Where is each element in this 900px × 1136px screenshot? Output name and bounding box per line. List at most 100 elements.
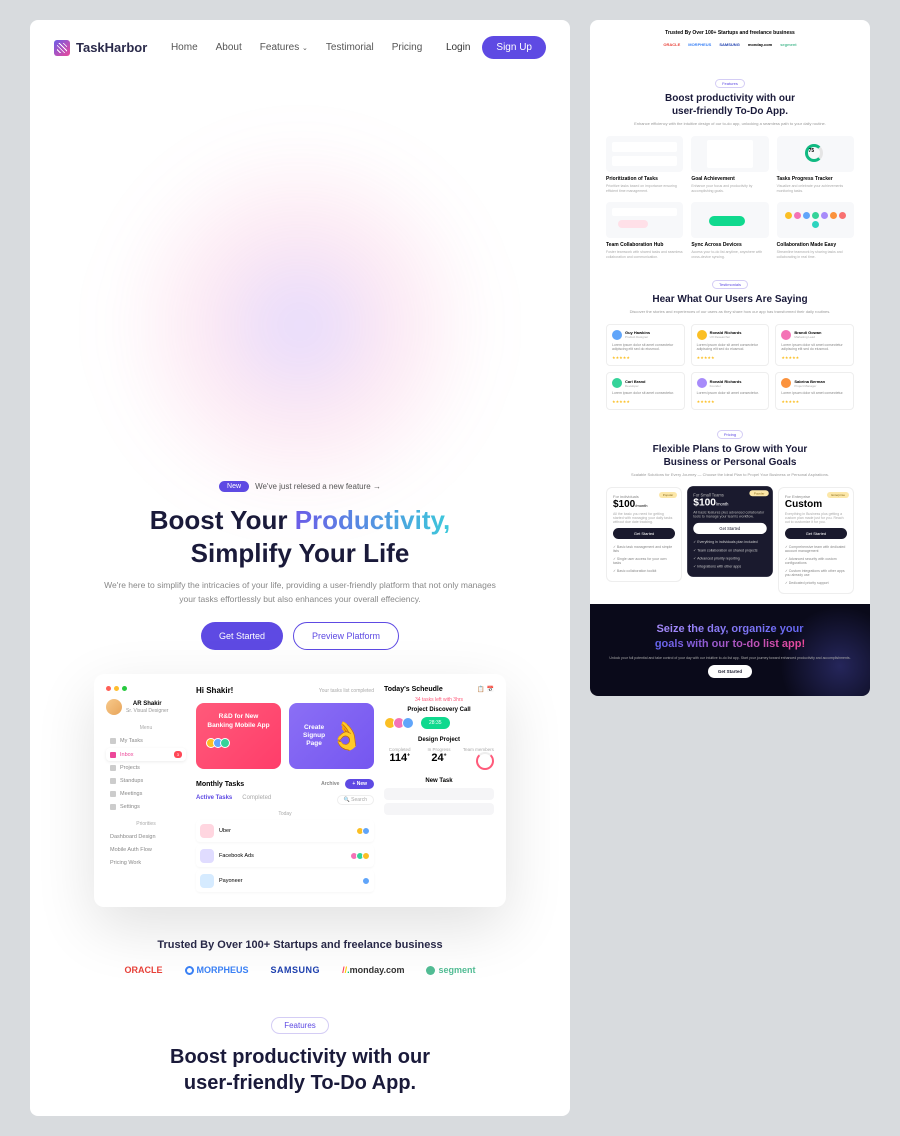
sp-trusted-title: Trusted By Over 100+ Startups and freela… [606, 30, 854, 36]
sp-testimonials-pill: Testimonials [712, 280, 748, 289]
plan-button[interactable]: Get Started [693, 523, 766, 534]
priority-1[interactable]: Dashboard Design [106, 831, 186, 843]
tab-completed[interactable]: Completed [242, 795, 271, 805]
menu-standups[interactable]: Standups [106, 775, 186, 787]
nav-home[interactable]: Home [171, 42, 198, 53]
sp-features-sub: Enhance efficiency with the intuitive de… [606, 121, 854, 126]
menu-inbox[interactable]: Inbox3 [106, 748, 186, 761]
nav-features[interactable]: Features ⌄ [260, 42, 308, 53]
login-link[interactable]: Login [446, 42, 470, 53]
testimonial-card: Brandi GowanMarketing LeadLorem ipsum do… [775, 324, 854, 367]
sp-pricing-sub: Scalable Solutions for Every Journey — C… [606, 472, 854, 477]
menu-mytasks[interactable]: My Tasks [106, 735, 186, 747]
schedule-title: Today's Scheudle [384, 686, 443, 693]
side-overview-panel: Trusted By Over 100+ Startups and freela… [590, 20, 870, 696]
plan-badge: Popular [659, 492, 677, 498]
plan-enterprise[interactable]: Enterprise For Enterprise Custom Everyth… [778, 487, 854, 594]
search-input[interactable]: 🔍 Search [337, 795, 374, 805]
dash-main: Hi Shakir! Your tasks list completed R&D… [196, 686, 374, 895]
badge-pill: New [219, 481, 249, 492]
sp-features-title: Boost productivity with ouruser-friendly… [606, 92, 854, 118]
nav-links: Home About Features ⌄ Testimorial Pricin… [171, 42, 422, 53]
testimonial-card: Carl BrandDeveloperLorem ipsum dolor sit… [606, 372, 685, 410]
features-grid: Prioritization of TasksPrioritize tasks … [606, 136, 854, 260]
event-title: Project Discovery Call [384, 707, 494, 713]
nav-pricing[interactable]: Pricing [392, 42, 423, 53]
hand-icon: 👌 [327, 717, 367, 756]
calendar-icon[interactable]: 📋 📅 [477, 686, 494, 693]
plan-badge: Popular [750, 490, 769, 496]
card-rd-banking[interactable]: R&D for New Banking Mobile App [196, 703, 281, 769]
priority-3[interactable]: Pricing Work [106, 857, 186, 869]
main-landing-panel: TaskHarbor Home About Features ⌄ Testimo… [30, 20, 570, 1116]
cta-section: Seize the day, organize your goals with … [590, 604, 870, 696]
chevron-down-icon: ⌄ [302, 45, 308, 52]
greeting: Hi Shakir! [196, 686, 233, 695]
menu-label: Menu [106, 725, 186, 731]
plan-button[interactable]: Get Started [785, 528, 847, 539]
sp-logo-oracle: ORACLE [663, 42, 680, 47]
badge-text: We've just relesed a new feature → [255, 482, 381, 491]
schedule-sub: 34 tasks left with 3hrs [384, 697, 494, 703]
newtask-input-2[interactable] [384, 803, 494, 815]
nav-about[interactable]: About [216, 42, 242, 53]
user-avatar [106, 699, 122, 715]
sp-logo-morpheus: MORPHEUS [688, 42, 711, 47]
window-controls [106, 686, 186, 691]
sp-pricing-pill: Pricing [717, 430, 743, 439]
greeting-sub: Your tasks list completed [319, 688, 374, 694]
task-payoneer[interactable]: Payoneer [196, 870, 374, 892]
logo-icon [54, 40, 70, 56]
hero-buttons: Get Started Preview Platform [70, 622, 530, 650]
feature-card: Team Collaboration HubFoster teamwork wi… [606, 202, 683, 260]
features-section: Features Boost productivity with ouruser… [30, 995, 570, 1116]
tab-active[interactable]: Active Tasks [196, 795, 232, 805]
dash-user: AR Shakir Sr. Visual Designer [106, 699, 186, 715]
logo-oracle: ORACLE [125, 965, 163, 975]
pricing-plans: Popular For individuals $100/month All t… [606, 487, 854, 594]
feature-card: Sync Across DevicesAccess your to-do lis… [691, 202, 768, 260]
sp-pricing-title: Flexible Plans to Grow with YourBusiness… [606, 443, 854, 469]
dash-right: Today's Scheudle 📋 📅 34 tasks left with … [384, 686, 494, 895]
event-avatars [384, 717, 414, 729]
card-signup-page[interactable]: Create Signup Page 👌 [289, 703, 374, 769]
logo-morpheus: MORPHEUS [185, 965, 249, 975]
brand-name: TaskHarbor [76, 40, 147, 55]
priority-2[interactable]: Mobile Auth Flow [106, 844, 186, 856]
get-started-button[interactable]: Get Started [201, 622, 283, 650]
nav-right: Login Sign Up [446, 36, 546, 59]
announcement-badge[interactable]: New We've just relesed a new feature → [219, 481, 381, 492]
brand-logo[interactable]: TaskHarbor [54, 40, 147, 56]
signup-button[interactable]: Sign Up [482, 36, 546, 59]
logo-samsung: SAMSUNG [271, 965, 321, 975]
task-uber[interactable]: Uber [196, 820, 374, 842]
feature-card: Goal AchievementEnhance your focus and p… [691, 136, 768, 194]
newtask-input[interactable] [384, 788, 494, 800]
plan-team[interactable]: Popular For Small Teams $100/month All b… [687, 486, 772, 577]
hero-subtitle: We're here to simplify the intricacies o… [100, 579, 500, 606]
preview-button[interactable]: Preview Platform [293, 622, 399, 650]
sp-logo-segment: segment [780, 42, 796, 47]
testimonials-grid: Guy HawkinsProduct DesignerLorem ipsum d… [606, 324, 854, 411]
testimonial-card: Sabrina BermanProject ManagerLorem ipsum… [775, 372, 854, 410]
menu-meetings[interactable]: Meetings [106, 788, 186, 800]
plan-button[interactable]: Get Started [613, 528, 675, 539]
trusted-section: Trusted By Over 100+ Startups and freela… [30, 907, 570, 995]
dash-sidebar: AR Shakir Sr. Visual Designer Menu My Ta… [106, 686, 186, 895]
menu-settings[interactable]: Settings [106, 801, 186, 813]
inbox-badge: 3 [174, 751, 182, 758]
hero-gradient-bg [110, 135, 490, 515]
archive-button[interactable]: Archive [321, 781, 339, 787]
logo-segment: segment [426, 965, 475, 975]
new-task-button[interactable]: + New [345, 779, 374, 789]
task-facebook[interactable]: Facebook Ads [196, 845, 374, 867]
menu-projects[interactable]: Projects [106, 762, 186, 774]
nav-testimonial[interactable]: Testimorial [326, 42, 374, 53]
user-name: AR Shakir [126, 701, 168, 708]
plan-individual[interactable]: Popular For individuals $100/month All t… [606, 487, 682, 582]
plan-badge: Enterprise [827, 492, 849, 498]
event-timer[interactable]: 28:35 [421, 717, 450, 729]
priorities-label: Priorities [106, 821, 186, 827]
trusted-title: Trusted By Over 100+ Startups and freela… [54, 939, 546, 951]
cta-button[interactable]: Get Started [708, 665, 752, 678]
